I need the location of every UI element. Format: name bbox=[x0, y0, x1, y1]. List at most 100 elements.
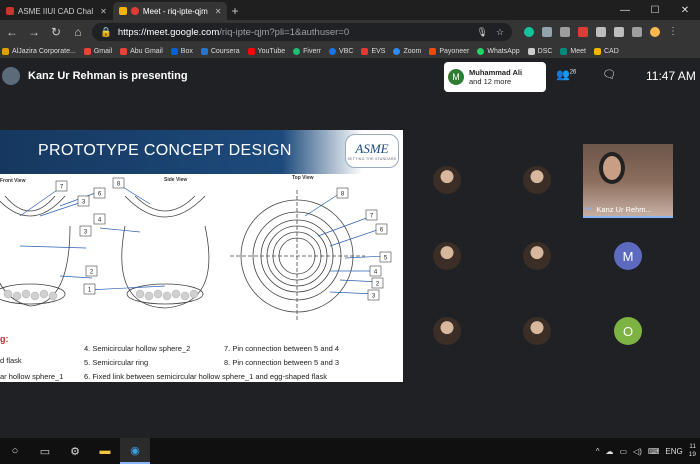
volume-icon[interactable]: ◁) bbox=[633, 447, 642, 456]
box-icon bbox=[170, 47, 178, 55]
maximize-icon[interactable]: ☐ bbox=[640, 0, 670, 20]
meet-icon bbox=[560, 47, 568, 55]
bookmark-item[interactable]: AlJazira Corporate... bbox=[2, 47, 76, 55]
bookmark-item[interactable]: Gmail bbox=[83, 47, 112, 55]
battery-icon[interactable]: ▭ bbox=[619, 447, 627, 456]
youtube-icon bbox=[247, 47, 255, 55]
participant-avatar[interactable] bbox=[433, 166, 461, 194]
chat-more: and 12 more bbox=[469, 77, 512, 86]
language-indicator[interactable]: ENG bbox=[665, 447, 682, 456]
bookmark-item[interactable]: Coursera bbox=[200, 47, 240, 55]
coursera-icon bbox=[200, 47, 208, 55]
participants-button[interactable]: 👥26 bbox=[556, 68, 576, 81]
gmail-icon bbox=[120, 47, 128, 55]
cloud-icon[interactable]: ☁ bbox=[605, 447, 613, 456]
lock-icon: 🔒 bbox=[100, 26, 112, 38]
bookmark-item[interactable]: CAD bbox=[593, 47, 619, 55]
tab-asme[interactable]: ASME IIUI CAD Chal ✕ bbox=[0, 2, 113, 20]
window-controls: — ☐ ✕ bbox=[610, 0, 700, 20]
profile-avatar[interactable] bbox=[650, 27, 660, 37]
taskbar-clock[interactable]: 11 19 bbox=[689, 443, 696, 459]
chevron-up-icon[interactable]: ^ bbox=[596, 447, 600, 456]
bookmark-item[interactable]: Meet bbox=[560, 47, 586, 55]
address-bar[interactable]: 🔒 https://meet.google.com/riq-ipte-qjm?p… bbox=[92, 23, 512, 41]
download-icon[interactable] bbox=[560, 27, 570, 37]
chat-icon[interactable]: 🗨 bbox=[602, 68, 616, 81]
close-tab-icon[interactable]: ✕ bbox=[100, 7, 107, 16]
screenshot-icon[interactable] bbox=[614, 27, 624, 37]
pdf-icon[interactable] bbox=[578, 27, 588, 37]
task-view-icon[interactable]: ▭ bbox=[30, 438, 60, 464]
legend-item: 7. Pin connection between 5 and 4 bbox=[224, 344, 340, 353]
toolbar: ← → ↻ ⌂ 🔒 https://meet.google.com/riq-ip… bbox=[0, 20, 700, 44]
bookmark-item[interactable]: DSC bbox=[527, 47, 552, 55]
participant-avatar[interactable] bbox=[523, 242, 551, 270]
url-path: /riq-ipte-qjm?pli=1&authuser=0 bbox=[219, 26, 350, 38]
chat-avatar: M bbox=[448, 69, 464, 85]
ruler-icon[interactable] bbox=[596, 27, 606, 37]
tab-strip: ASME IIUI CAD Chal ✕ Meet - riq-ipte-qjm… bbox=[0, 0, 700, 20]
recording-dot-icon bbox=[130, 7, 139, 15]
bookmark-item[interactable]: Fiverr bbox=[293, 47, 321, 55]
tab-meet[interactable]: Meet - riq-ipte-qjm ✕ bbox=[112, 2, 228, 20]
microphone-icon[interactable]: 🎙 bbox=[476, 27, 487, 38]
bookmark-item[interactable]: Zoom bbox=[393, 47, 421, 55]
whatsapp-icon bbox=[477, 47, 485, 55]
participant-avatar[interactable] bbox=[433, 242, 461, 270]
favicon-icon bbox=[118, 7, 127, 15]
settings-icon[interactable]: ⚙ bbox=[60, 438, 90, 464]
home-icon[interactable]: ⌂ bbox=[70, 25, 86, 39]
minimize-icon[interactable]: — bbox=[610, 0, 640, 20]
bookmark-item[interactable]: Abu Gmail bbox=[120, 47, 163, 55]
bookmark-icon bbox=[2, 47, 9, 55]
participant-avatar[interactable] bbox=[523, 166, 551, 194]
new-tab-button[interactable]: + bbox=[231, 2, 238, 20]
participant-grid: ••• Kanz Ur Rehm... M O bbox=[403, 138, 700, 384]
participant-video bbox=[599, 152, 625, 184]
bookmark-item[interactable]: VBC bbox=[329, 47, 353, 55]
legend-item: 8. Pin connection between 5 and 3 bbox=[224, 358, 340, 367]
bookmark-item[interactable]: YouTube bbox=[247, 47, 285, 55]
extensions: ⋮ bbox=[524, 27, 678, 37]
chat-sender: Muhammad Ali bbox=[469, 68, 523, 77]
audio-level-icon: ••• bbox=[585, 206, 593, 213]
participant-avatar[interactable] bbox=[523, 317, 551, 345]
star-icon[interactable]: ☆ bbox=[496, 27, 504, 38]
edge-browser-icon[interactable]: ◉ bbox=[120, 438, 150, 464]
bookmark-item[interactable]: Payoneer bbox=[429, 47, 469, 55]
meet-top-controls: 👥26 🗨 bbox=[556, 68, 616, 81]
forward-icon[interactable]: → bbox=[26, 25, 42, 39]
search-icon[interactable]: ○ bbox=[0, 438, 30, 464]
people-icon: 👥 bbox=[556, 69, 570, 81]
cloud-icon[interactable] bbox=[542, 27, 552, 37]
asme-logo: ASME SETTING THE STANDARD bbox=[345, 134, 399, 168]
payoneer-icon bbox=[429, 47, 437, 55]
participant-avatar[interactable] bbox=[433, 317, 461, 345]
tab-title: ASME IIUI CAD Chal bbox=[18, 6, 94, 16]
chat-notification[interactable]: M Muhammad Ali and 12 more bbox=[444, 62, 546, 92]
bookmark-item[interactable]: Box bbox=[170, 47, 193, 55]
close-window-icon[interactable]: ✕ bbox=[670, 0, 700, 20]
menu-icon[interactable]: ⋮ bbox=[668, 27, 678, 37]
tab-title: Meet - riq-ipte-qjm bbox=[142, 6, 208, 16]
close-tab-icon[interactable]: ✕ bbox=[215, 7, 222, 16]
bookmark-item[interactable]: WhatsApp bbox=[477, 47, 520, 55]
evs-icon bbox=[361, 47, 369, 55]
grammarly-icon[interactable] bbox=[524, 27, 534, 37]
bookmark-item[interactable]: EVS bbox=[361, 47, 385, 55]
presenter-bar: Kanz Ur Rehman is presenting bbox=[0, 64, 188, 88]
participant-avatar[interactable]: M bbox=[614, 242, 642, 270]
cad-icon bbox=[593, 47, 601, 55]
keyboard-icon[interactable]: ⌨ bbox=[648, 447, 660, 456]
puzzle-icon[interactable] bbox=[632, 27, 642, 37]
legend-heading: g: bbox=[0, 334, 9, 344]
meeting-clock: 11:47 AM bbox=[646, 69, 696, 83]
participant-avatar[interactable]: O bbox=[614, 317, 642, 345]
bookmarks-bar: AlJazira Corporate... Gmail Abu Gmail Bo… bbox=[0, 44, 700, 58]
reload-icon[interactable]: ↻ bbox=[48, 25, 64, 39]
self-video-tile[interactable]: ••• Kanz Ur Rehm... bbox=[583, 144, 673, 218]
back-icon[interactable]: ← bbox=[4, 25, 20, 39]
presenting-label: Kanz Ur Rehman is presenting bbox=[28, 70, 188, 82]
file-explorer-icon[interactable]: ▬ bbox=[90, 438, 120, 464]
page-icon bbox=[527, 47, 535, 55]
